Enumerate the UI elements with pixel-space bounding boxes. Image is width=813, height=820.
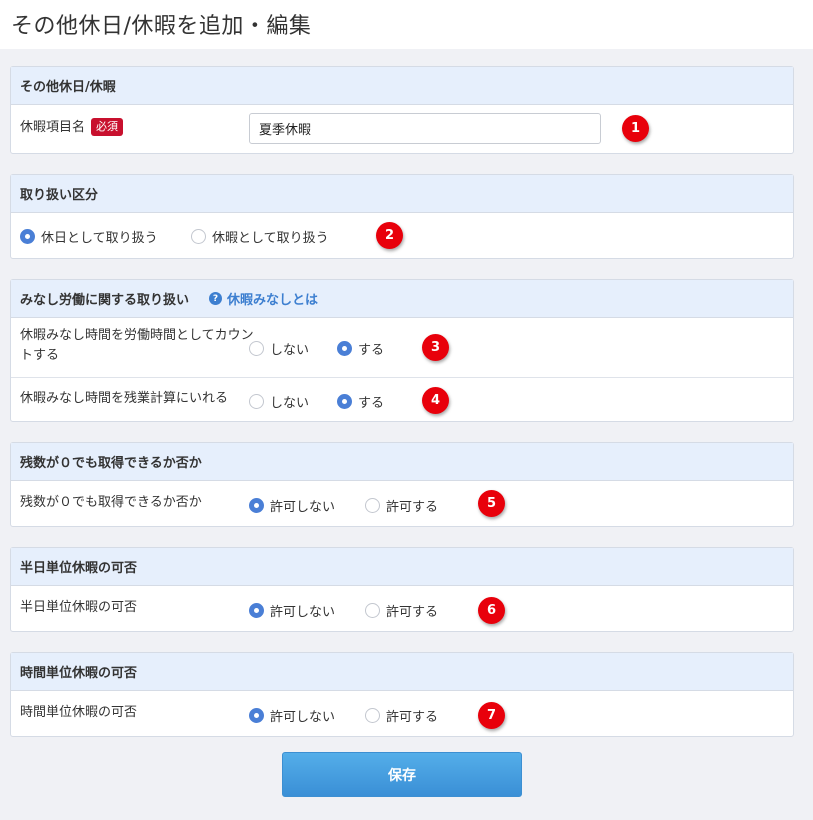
form-row-type: 休日として取り扱う 休暇として取り扱う 2 bbox=[11, 213, 793, 258]
radio-label: 許可しない bbox=[270, 710, 336, 725]
radio-dot-unchecked[interactable] bbox=[249, 341, 264, 356]
section-deemed-labor: みなし労働に関する取り扱い ? 休暇みなしとは 休暇みなし時間を労働時間としてカ… bbox=[10, 279, 794, 422]
radio-overtime-yes[interactable]: する bbox=[337, 392, 384, 411]
section-header: 取り扱い区分 bbox=[11, 175, 793, 213]
section-header: みなし労働に関する取り扱い ? 休暇みなしとは bbox=[11, 280, 793, 318]
radio-label: する bbox=[358, 343, 385, 358]
help-link-deemed[interactable]: ? 休暇みなしとは bbox=[209, 289, 318, 308]
page-title: その他休日/休暇を追加・編集 bbox=[11, 14, 312, 39]
radio-label: 許可する bbox=[386, 500, 439, 515]
help-link-label: 休暇みなしとは bbox=[227, 293, 319, 308]
radio-dot-checked[interactable] bbox=[249, 708, 264, 723]
radio-dot-checked[interactable] bbox=[337, 341, 352, 356]
form-row-count-as-work: 休暇みなし時間を労働時間としてカウントする しない する 3 bbox=[11, 318, 793, 377]
section-header: その他休日/休暇 bbox=[11, 67, 793, 105]
radio-dot-checked[interactable] bbox=[20, 229, 35, 244]
question-icon: ? bbox=[209, 292, 223, 305]
section-zero-balance: 残数が０でも取得できるか否か 残数が０でも取得できるか否か 許可しない 許可する… bbox=[10, 442, 794, 527]
field-label: 休暇項目名 必須 bbox=[20, 118, 124, 138]
hourly-label: 時間単位休暇の可否 bbox=[20, 705, 138, 720]
radio-dot-unchecked[interactable] bbox=[249, 394, 264, 409]
radio-label: 許可しない bbox=[270, 605, 336, 620]
form-row-zero-balance: 残数が０でも取得できるか否か 許可しない 許可する 5 bbox=[11, 481, 793, 526]
radio-half-day-allow[interactable]: 許可する bbox=[365, 601, 438, 620]
radio-dot-checked[interactable] bbox=[337, 394, 352, 409]
radio-hourly-deny[interactable]: 許可しない bbox=[249, 706, 335, 725]
section-header: 時間単位休暇の可否 bbox=[11, 653, 793, 691]
radio-dot-unchecked[interactable] bbox=[191, 229, 206, 244]
radio-zero-deny[interactable]: 許可しない bbox=[249, 496, 335, 515]
radio-dot-checked[interactable] bbox=[249, 498, 264, 513]
holiday-name-label: 休暇項目名 bbox=[20, 120, 86, 135]
radio-label: する bbox=[358, 396, 385, 411]
radio-dot-unchecked[interactable] bbox=[365, 603, 380, 618]
zero-balance-label: 残数が０でも取得できるか否か bbox=[20, 495, 202, 510]
form-row-hourly: 時間単位休暇の可否 許可しない 許可する 7 bbox=[11, 691, 793, 736]
step-marker-1: 1 bbox=[622, 115, 649, 142]
section-holiday-name: その他休日/休暇 休暇項目名必須 1 bbox=[10, 66, 794, 154]
form-row-overtime: 休暇みなし時間を残業計算にいれる しない する 4 bbox=[11, 377, 793, 422]
holiday-name-input[interactable] bbox=[249, 113, 601, 144]
section-header: 残数が０でも取得できるか否か bbox=[11, 443, 793, 481]
radio-overtime-no[interactable]: しない bbox=[249, 392, 309, 411]
radio-label: しない bbox=[270, 396, 310, 411]
step-marker-7: 7 bbox=[478, 702, 505, 729]
section-half-day: 半日単位休暇の可否 半日単位休暇の可否 許可しない 許可する 6 bbox=[10, 547, 794, 632]
form-row-name: 休暇項目名必須 1 bbox=[11, 105, 793, 153]
save-button[interactable]: 保存 bbox=[282, 752, 522, 797]
radio-treat-as-leave[interactable]: 休暇として取り扱う bbox=[191, 227, 329, 246]
radio-label: 許可する bbox=[386, 605, 439, 620]
step-marker-4: 4 bbox=[422, 387, 449, 414]
section-title: みなし労働に関する取り扱い bbox=[20, 293, 190, 308]
radio-dot-checked[interactable] bbox=[249, 603, 264, 618]
count-as-work-label: 休暇みなし時間を労働時間としてカウントする bbox=[20, 328, 254, 363]
page-header: その他休日/休暇を追加・編集 bbox=[0, 0, 813, 49]
radio-hourly-allow[interactable]: 許可する bbox=[365, 706, 438, 725]
radio-treat-as-holiday[interactable]: 休日として取り扱う bbox=[20, 227, 158, 246]
radio-count-no[interactable]: しない bbox=[249, 339, 309, 358]
radio-count-yes[interactable]: する bbox=[337, 339, 384, 358]
section-handling-type: 取り扱い区分 休日として取り扱う 休暇として取り扱う 2 bbox=[10, 174, 794, 259]
required-badge: 必須 bbox=[91, 118, 124, 136]
form-row-half-day: 半日単位休暇の可否 許可しない 許可する 6 bbox=[11, 586, 793, 631]
radio-label: 休暇として取り扱う bbox=[212, 231, 329, 246]
step-marker-5: 5 bbox=[478, 490, 505, 517]
step-marker-6: 6 bbox=[478, 597, 505, 624]
step-marker-2: 2 bbox=[376, 222, 403, 249]
section-header: 半日単位休暇の可否 bbox=[11, 548, 793, 586]
radio-dot-unchecked[interactable] bbox=[365, 498, 380, 513]
radio-dot-unchecked[interactable] bbox=[365, 708, 380, 723]
radio-half-day-deny[interactable]: 許可しない bbox=[249, 601, 335, 620]
radio-label: 休日として取り扱う bbox=[41, 231, 158, 246]
half-day-label: 半日単位休暇の可否 bbox=[20, 600, 138, 615]
radio-label: 許可する bbox=[386, 710, 439, 725]
step-marker-3: 3 bbox=[422, 334, 449, 361]
overtime-label: 休暇みなし時間を残業計算にいれる bbox=[20, 391, 229, 406]
section-hourly: 時間単位休暇の可否 時間単位休暇の可否 許可しない 許可する 7 bbox=[10, 652, 794, 737]
radio-label: しない bbox=[270, 343, 310, 358]
radio-zero-allow[interactable]: 許可する bbox=[365, 496, 438, 515]
radio-label: 許可しない bbox=[270, 500, 336, 515]
